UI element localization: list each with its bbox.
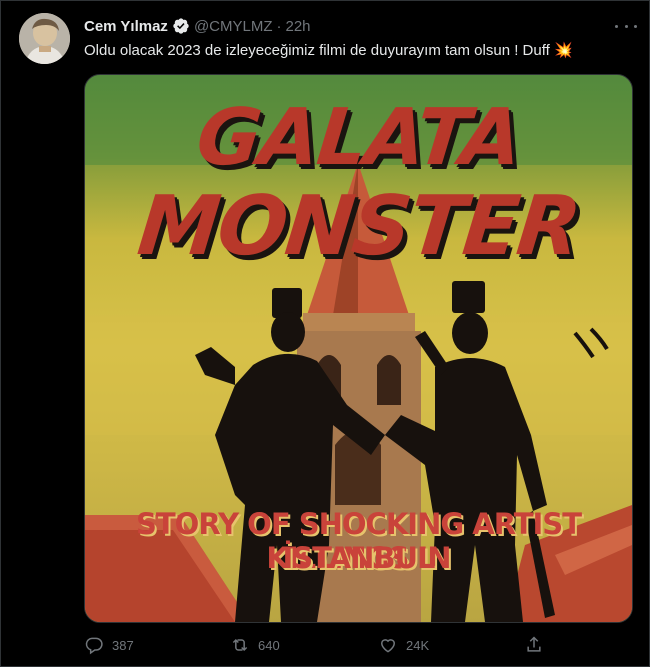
share-button[interactable] — [524, 632, 544, 658]
reply-button[interactable]: 387 — [84, 632, 134, 658]
reply-icon — [85, 637, 103, 655]
poster-title-line1: GALATA — [192, 93, 525, 183]
heart-icon — [380, 639, 396, 653]
reply-count: 387 — [112, 637, 134, 653]
author-name[interactable]: Cem Yılmaz — [84, 18, 168, 35]
tweet-timestamp[interactable]: 22h — [286, 18, 311, 35]
poster-title-line2: MONSTER — [133, 179, 584, 274]
retweet-count: 640 — [258, 637, 280, 653]
verified-badge-icon — [173, 18, 189, 34]
poster-subtitle-line2: İSTANBUL — [282, 541, 435, 575]
more-icon[interactable] — [615, 18, 637, 34]
tweet-actions: 387 640 24K — [84, 632, 544, 658]
separator-dot: · — [276, 17, 282, 35]
retweet-icon — [232, 638, 248, 652]
like-button[interactable]: 24K — [378, 632, 429, 658]
retweet-button[interactable]: 640 — [230, 632, 280, 658]
author-handle[interactable]: @CMYLMZ — [194, 18, 273, 35]
avatar[interactable] — [19, 13, 70, 64]
tweet-media[interactable]: GALATA MONSTER STORY OF SHOCKING ARTIST … — [84, 74, 633, 623]
tweet-text: Oldu olacak 2023 de izleyeceğimiz filmi … — [84, 42, 573, 59]
share-icon — [527, 636, 541, 652]
tweet-header: Cem Yılmaz @CMYLMZ · 22h — [84, 16, 311, 36]
like-count: 24K — [406, 637, 430, 653]
